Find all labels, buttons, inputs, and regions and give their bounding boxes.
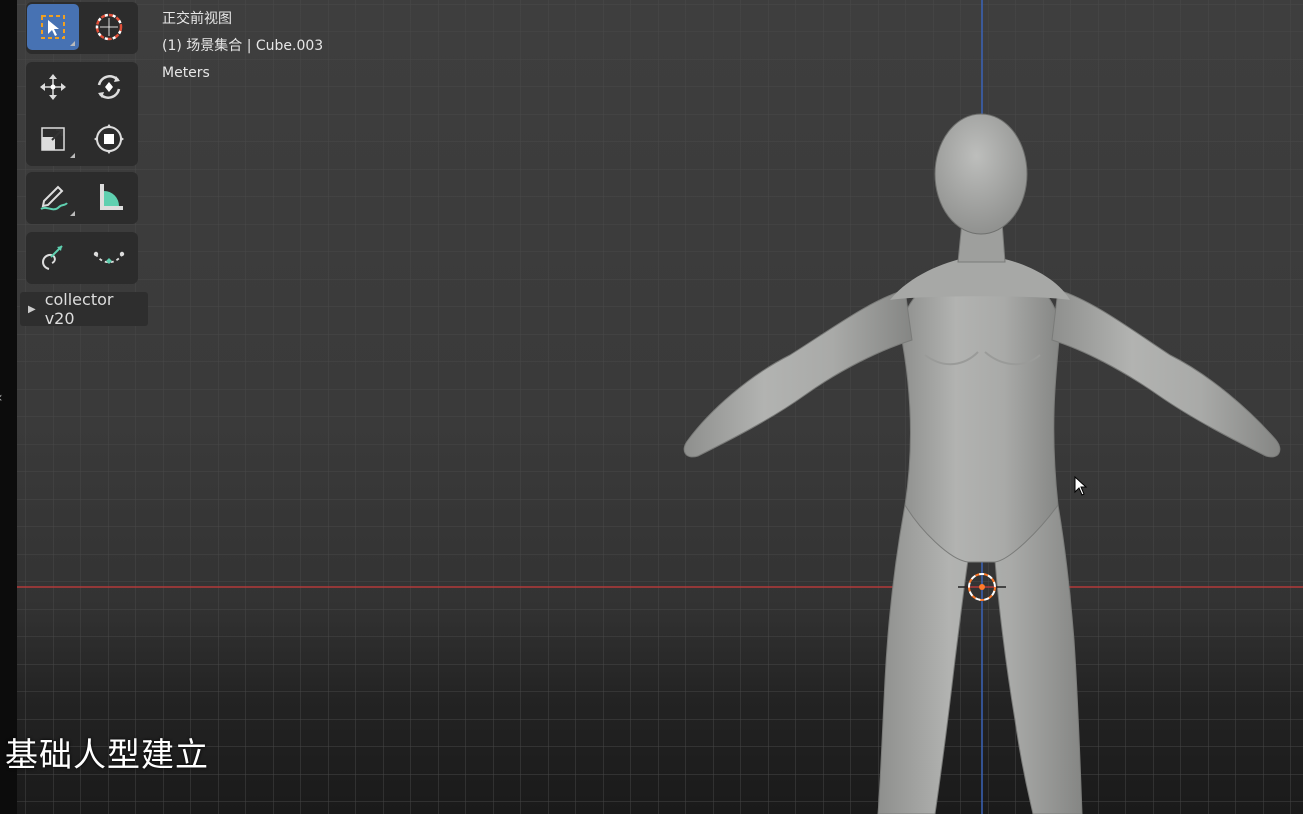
expand-triangle-icon[interactable]: ▶ (28, 304, 36, 315)
annotate-tool[interactable] (27, 174, 79, 220)
select-box-tool[interactable] (27, 4, 79, 50)
collector-panel[interactable]: ▶ collector v20 (20, 290, 148, 328)
measure-icon (100, 184, 123, 210)
curve-tool[interactable] (83, 234, 135, 280)
view-name-label: 正交前视图 (162, 11, 232, 27)
tool-group-select (26, 2, 138, 54)
units-label: Meters (162, 65, 210, 81)
3d-viewport[interactable] (0, 0, 1303, 814)
video-subtitle: 基础人型建立 (5, 735, 209, 774)
scale-icon (41, 127, 65, 151)
tool-group-transform (26, 62, 138, 166)
transform-tool[interactable] (83, 116, 135, 162)
scale-tool[interactable] (27, 116, 79, 162)
add-object-icon (42, 245, 63, 270)
scene-info-label: (1) 场景集合 | Cube.003 (162, 38, 324, 54)
editor-edge-bar[interactable]: ‹ (0, 0, 17, 814)
tool-group-annotate (26, 172, 138, 224)
annotate-icon (40, 185, 68, 211)
transform-icon (94, 124, 124, 154)
tool-group-add (26, 232, 138, 284)
rotate-tool[interactable] (83, 64, 135, 110)
cursor-3d-icon (95, 13, 123, 41)
cursor-tool[interactable] (83, 4, 135, 50)
humanoid-base-mesh[interactable] (0, 0, 1303, 814)
move-icon (40, 74, 66, 100)
viewport-info-overlay: 正交前视图 (1) 场景集合 | Cube.003 Meters (162, 6, 323, 87)
select-box-icon (41, 15, 65, 39)
rotate-icon (97, 75, 121, 99)
collector-panel-label: collector v20 (44, 290, 114, 328)
chevron-left-icon[interactable]: ‹ (0, 390, 3, 406)
curve-icon (93, 251, 125, 264)
add-object-tool[interactable] (27, 234, 79, 280)
move-tool[interactable] (27, 64, 79, 110)
mouse-pointer-icon (1074, 475, 1088, 500)
measure-tool[interactable] (83, 174, 135, 220)
